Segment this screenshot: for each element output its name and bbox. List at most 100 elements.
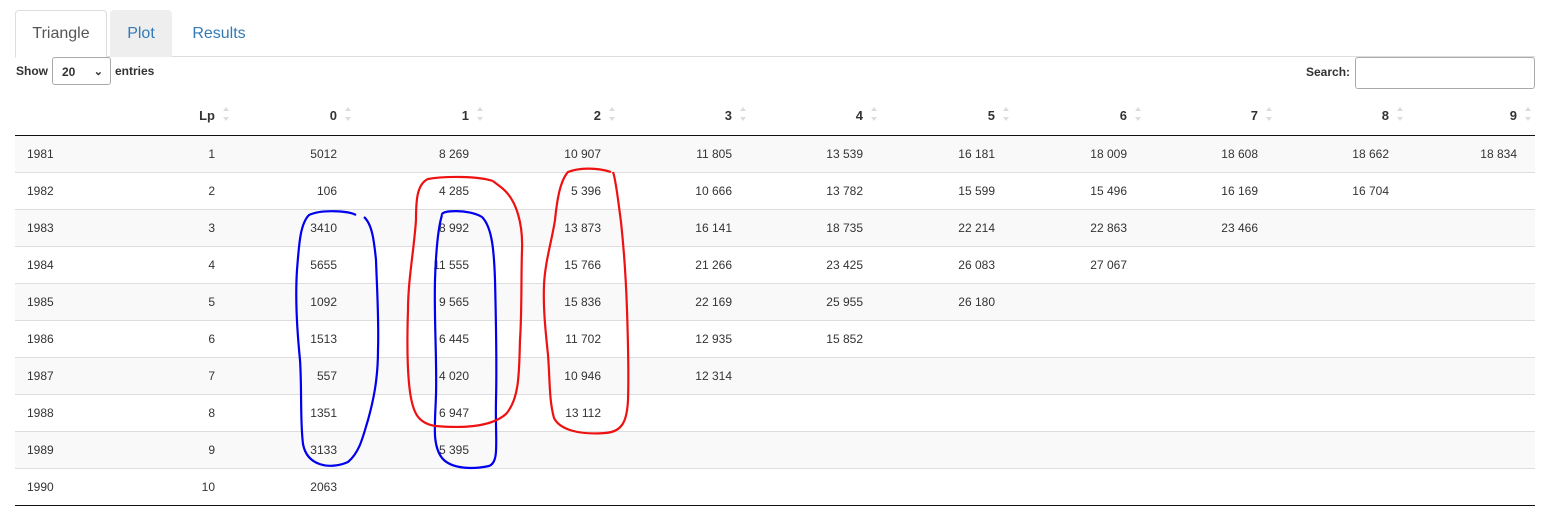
table-cell bbox=[881, 356, 1013, 394]
column-header-9[interactable]: 9 bbox=[1407, 96, 1535, 136]
table-row: 1981 1 5012 8 269 10 907 11 805 13 539 16 181 18… bbox=[15, 135, 1535, 172]
column-header-0[interactable]: 0 bbox=[233, 96, 355, 136]
sort-icon bbox=[345, 107, 351, 121]
table-cell bbox=[1407, 393, 1535, 431]
table-cell: 11 555 bbox=[355, 245, 487, 283]
chevron-down-icon: ⌄ bbox=[93, 66, 103, 78]
table-cell bbox=[1145, 245, 1276, 283]
sort-icon bbox=[1525, 107, 1531, 121]
table-cell bbox=[1145, 319, 1276, 357]
table-cell bbox=[750, 467, 881, 506]
entries-select-value: 20 bbox=[62, 65, 76, 79]
sort-icon bbox=[223, 107, 229, 121]
table-cell: 18 608 bbox=[1145, 135, 1276, 172]
table-cell bbox=[1013, 282, 1145, 320]
table-cell bbox=[881, 430, 1013, 468]
search-label: Search: bbox=[1306, 65, 1351, 79]
table-cell: 3 bbox=[122, 208, 233, 246]
table-cell: 5 395 bbox=[355, 430, 487, 468]
table-cell bbox=[881, 393, 1013, 431]
tab-plot[interactable]: Plot bbox=[110, 10, 172, 57]
column-header-label: 4 bbox=[855, 107, 863, 123]
table-cell bbox=[1407, 171, 1535, 209]
table-cell: 3133 bbox=[233, 430, 355, 468]
sort-icon bbox=[477, 107, 483, 121]
table-cell: 26 083 bbox=[881, 245, 1013, 283]
table-cell bbox=[1276, 245, 1407, 283]
sort-icon bbox=[1003, 107, 1009, 121]
table-cell: 8 992 bbox=[355, 208, 487, 246]
table-cell bbox=[1407, 467, 1535, 506]
table-cell: 27 067 bbox=[1013, 245, 1145, 283]
table-cell: 3410 bbox=[233, 208, 355, 246]
table-cell bbox=[487, 430, 619, 468]
table-cell: 15 599 bbox=[881, 171, 1013, 209]
column-header-6[interactable]: 6 bbox=[1013, 96, 1145, 136]
sort-icon bbox=[1266, 107, 1272, 121]
table-cell: 9 565 bbox=[355, 282, 487, 320]
table-cell: 6 445 bbox=[355, 319, 487, 357]
column-header-1[interactable]: 1 bbox=[355, 96, 487, 136]
table-cell: 12 314 bbox=[619, 356, 750, 394]
tab-triangle[interactable]: Triangle bbox=[15, 10, 107, 58]
column-header-3[interactable]: 3 bbox=[619, 96, 750, 136]
sort-icon bbox=[609, 107, 615, 121]
table-cell bbox=[1276, 282, 1407, 320]
table-cell: 18 009 bbox=[1013, 135, 1145, 172]
length-control: Show 20 ⌄ entries bbox=[16, 57, 154, 85]
search-input[interactable] bbox=[1355, 57, 1535, 89]
column-header-year[interactable] bbox=[15, 96, 122, 136]
column-header-4[interactable]: 4 bbox=[750, 96, 881, 136]
entries-select[interactable]: 20 ⌄ bbox=[52, 57, 111, 85]
table-cell bbox=[1013, 393, 1145, 431]
table-cell: 15 496 bbox=[1013, 171, 1145, 209]
table-cell: 15 766 bbox=[487, 245, 619, 283]
table-cell: 13 112 bbox=[487, 393, 619, 431]
table-cell bbox=[619, 467, 750, 506]
table-cell: 6 947 bbox=[355, 393, 487, 431]
table-cell: 18 834 bbox=[1407, 135, 1535, 172]
table-cell bbox=[1407, 245, 1535, 283]
table-cell: 557 bbox=[233, 356, 355, 394]
table-cell bbox=[1407, 319, 1535, 357]
table-cell bbox=[1276, 356, 1407, 394]
table-cell: 4 020 bbox=[355, 356, 487, 394]
table-cell: 2 bbox=[122, 171, 233, 209]
table-cell: 1 bbox=[122, 135, 233, 172]
table-cell bbox=[1276, 467, 1407, 506]
table-cell: 1986 bbox=[15, 319, 122, 357]
table-cell: 25 955 bbox=[750, 282, 881, 320]
table-cell: 1985 bbox=[15, 282, 122, 320]
table-cell: 10 666 bbox=[619, 171, 750, 209]
table-cell: 23 466 bbox=[1145, 208, 1276, 246]
tab-results[interactable]: Results bbox=[175, 10, 263, 57]
column-header-label: 9 bbox=[1509, 107, 1517, 123]
table-cell bbox=[1407, 356, 1535, 394]
table-cell bbox=[1407, 282, 1535, 320]
sort-icon bbox=[740, 107, 746, 121]
entries-label: entries bbox=[115, 64, 155, 78]
column-header-2[interactable]: 2 bbox=[487, 96, 619, 136]
table-cell: 10 946 bbox=[487, 356, 619, 394]
table-cell: 23 425 bbox=[750, 245, 881, 283]
table-row: 1987 7 557 4 020 10 946 12 314 bbox=[15, 356, 1535, 394]
table-cell: 9 bbox=[122, 430, 233, 468]
column-header-label: 7 bbox=[1250, 107, 1258, 123]
table-cell bbox=[487, 467, 619, 506]
table-cell: 18 735 bbox=[750, 208, 881, 246]
table-cell: 1984 bbox=[15, 245, 122, 283]
table-cell bbox=[1407, 430, 1535, 468]
sort-icon bbox=[1135, 107, 1141, 121]
table-cell bbox=[1013, 319, 1145, 357]
column-header-8[interactable]: 8 bbox=[1276, 96, 1407, 136]
column-header-5[interactable]: 5 bbox=[881, 96, 1013, 136]
table-cell: 21 266 bbox=[619, 245, 750, 283]
table-cell: 16 704 bbox=[1276, 171, 1407, 209]
table-cell: 5 bbox=[122, 282, 233, 320]
table-cell: 11 805 bbox=[619, 135, 750, 172]
table-cell: 12 935 bbox=[619, 319, 750, 357]
table-cell: 8 269 bbox=[355, 135, 487, 172]
column-header-7[interactable]: 7 bbox=[1145, 96, 1276, 136]
column-header-lp[interactable]: Lp bbox=[122, 96, 233, 136]
column-header-label: 1 bbox=[461, 107, 469, 123]
